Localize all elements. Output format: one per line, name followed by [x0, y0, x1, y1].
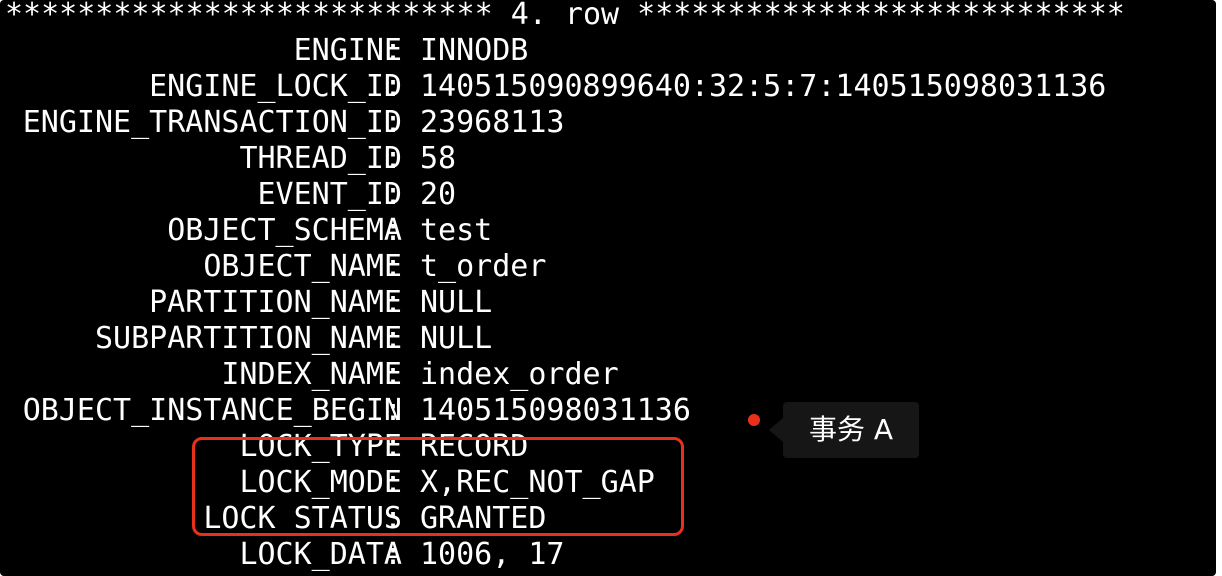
field-key: THREAD_ID: [239, 141, 402, 176]
field-colon: :: [384, 249, 403, 284]
tooltip-arrow-icon: [769, 418, 783, 442]
field-colon: :: [384, 177, 403, 212]
field-colon: :: [384, 321, 403, 356]
field-value: 23968113: [420, 105, 565, 140]
field-key: EVENT_ID: [257, 177, 403, 212]
field-value: index_order: [420, 357, 619, 392]
field-row-partition-name: PARTITION_NAME: NULL: [0, 285, 1216, 321]
field-row-engine-transaction-id: ENGINE_TRANSACTION_ID: 23968113: [0, 105, 1216, 141]
field-key: ENGINE_LOCK_ID: [149, 69, 402, 104]
field-colon: :: [384, 33, 403, 68]
field-key: PARTITION_NAME: [149, 285, 402, 320]
field-row-object-schema: OBJECT_SCHEMA: test: [0, 213, 1216, 249]
field-row-lock-data: LOCK_DATA: 1006, 17: [0, 537, 1216, 573]
row-separator-header: *************************** 4. row *****…: [5, 0, 1125, 32]
field-colon: :: [384, 105, 403, 140]
field-row-engine: ENGINE: INNODB: [0, 33, 1216, 69]
terminal-window: *************************** 4. row *****…: [0, 0, 1216, 576]
field-key: SUBPARTITION_NAME: [94, 321, 402, 356]
field-colon: :: [384, 69, 403, 104]
field-value: 20: [420, 177, 457, 212]
field-row-object-name: OBJECT_NAME: t_order: [0, 249, 1216, 285]
annotation-dot-icon: [748, 414, 760, 426]
field-value: t_order: [420, 249, 547, 284]
field-key: LOCK_DATA: [239, 537, 402, 572]
field-row-event-id: EVENT_ID: 20: [0, 177, 1216, 213]
field-colon: :: [384, 285, 403, 320]
field-row-subpartition-name: SUBPARTITION_NAME: NULL: [0, 321, 1216, 357]
field-colon: :: [384, 141, 403, 176]
field-colon: :: [384, 537, 403, 572]
field-key: OBJECT_SCHEMA: [167, 213, 402, 248]
field-row-object-instance-begin: OBJECT_INSTANCE_BEGIN: 140515098031136: [0, 393, 1216, 429]
annotation-tooltip: 事务 A: [783, 402, 919, 458]
field-colon: :: [384, 213, 403, 248]
field-value: INNODB: [420, 33, 529, 68]
lock-fields-highlight-box: [192, 437, 684, 536]
field-key: INDEX_NAME: [221, 357, 402, 392]
field-value: 1006, 17: [420, 537, 565, 572]
field-row-index-name: INDEX_NAME: index_order: [0, 357, 1216, 393]
field-value: test: [420, 213, 493, 248]
field-colon: :: [384, 357, 403, 392]
field-value: 58: [420, 141, 457, 176]
field-row-thread-id: THREAD_ID: 58: [0, 141, 1216, 177]
field-colon: :: [384, 393, 403, 428]
field-key: OBJECT_NAME: [203, 249, 402, 284]
field-row-engine-lock-id: ENGINE_LOCK_ID: 140515090899640:32:5:7:1…: [0, 69, 1216, 105]
field-value: NULL: [420, 285, 493, 320]
field-value: 140515090899640:32:5:7:140515098031136: [420, 69, 1107, 104]
field-value: NULL: [420, 321, 493, 356]
field-key: ENGINE_TRANSACTION_ID: [22, 105, 402, 140]
field-key: OBJECT_INSTANCE_BEGIN: [22, 393, 402, 428]
field-value: 140515098031136: [420, 393, 691, 428]
